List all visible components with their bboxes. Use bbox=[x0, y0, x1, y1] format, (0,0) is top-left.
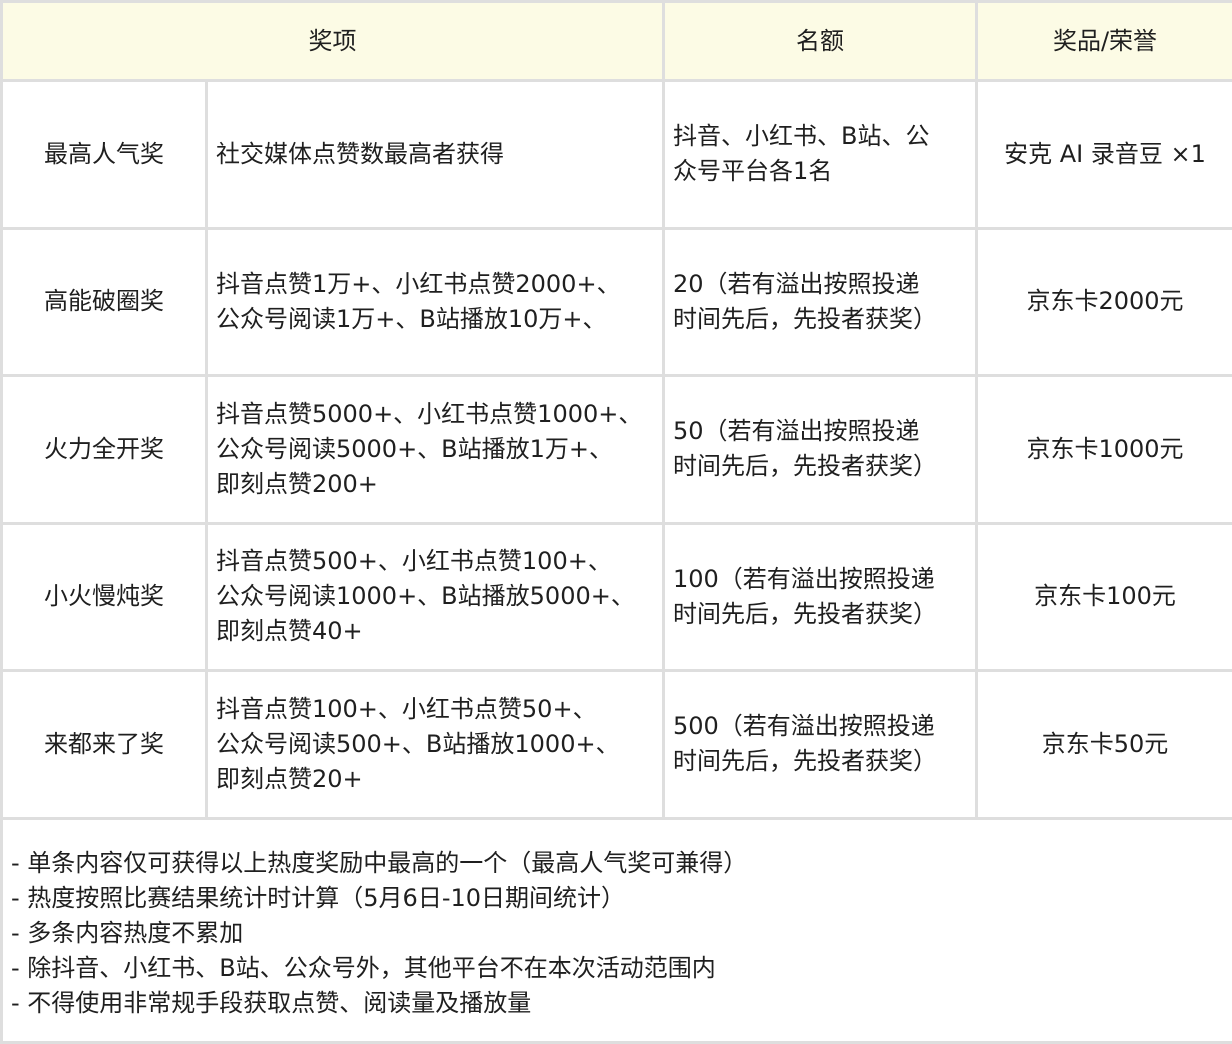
table-row: 高能破圈奖 抖音点赞1万+、小红书点赞2000+、 公众号阅读1万+、B站播放1… bbox=[0, 226, 1232, 378]
award-criteria: 抖音点赞100+、小红书点赞50+、 公众号阅读500+、B站播放1000+、 … bbox=[205, 669, 665, 820]
award-criteria: 抖音点赞5000+、小红书点赞1000+、 公众号阅读5000+、B站播放1万+… bbox=[205, 374, 665, 525]
award-prize: 京东卡1000元 bbox=[975, 374, 1232, 525]
award-quota: 20（若有溢出按照投递 时间先后，先投者获奖） bbox=[662, 226, 978, 378]
note-line: - 除抖音、小红书、B站、公众号外，其他平台不在本次活动范围内 bbox=[11, 953, 716, 982]
award-name: 来都来了奖 bbox=[0, 669, 208, 820]
award-prize: 京东卡100元 bbox=[975, 521, 1232, 673]
award-name: 小火慢炖奖 bbox=[0, 521, 208, 673]
award-name: 高能破圈奖 bbox=[0, 226, 208, 378]
header-prize: 奖品/荣誉 bbox=[975, 0, 1232, 82]
header-quota: 名额 bbox=[662, 0, 978, 82]
note-line: - 热度按照比赛结果统计时计算（5月6日-10日期间统计） bbox=[11, 883, 626, 912]
award-quota: 500（若有溢出按照投递 时间先后，先投者获奖） bbox=[662, 669, 978, 820]
header-award: 奖项 bbox=[0, 0, 665, 82]
note-line: - 单条内容仅可获得以上热度奖励中最高的一个（最高人气奖可兼得） bbox=[11, 848, 748, 877]
award-criteria: 抖音点赞1万+、小红书点赞2000+、 公众号阅读1万+、B站播放10万+、 bbox=[205, 226, 665, 378]
award-quota: 抖音、小红书、B站、公 众号平台各1名 bbox=[662, 79, 978, 230]
award-prize: 京东卡50元 bbox=[975, 669, 1232, 820]
rules-notes: - 单条内容仅可获得以上热度奖励中最高的一个（最高人气奖可兼得） - 热度按照比… bbox=[0, 816, 1232, 1044]
note-line: - 不得使用非常规手段获取点赞、阅读量及播放量 bbox=[11, 988, 532, 1017]
award-quota: 50（若有溢出按照投递 时间先后，先投者获奖） bbox=[662, 374, 978, 525]
award-quota: 100（若有溢出按照投递 时间先后，先投者获奖） bbox=[662, 521, 978, 673]
table-row: 小火慢炖奖 抖音点赞500+、小红书点赞100+、 公众号阅读1000+、B站播… bbox=[0, 521, 1232, 673]
award-criteria: 社交媒体点赞数最高者获得 bbox=[205, 79, 665, 230]
award-prize: 安克 AI 录音豆 ×1 bbox=[975, 79, 1232, 230]
note-line: - 多条内容热度不累加 bbox=[11, 918, 244, 947]
awards-table: 奖项 名额 奖品/荣誉 最高人气奖 社交媒体点赞数最高者获得 抖音、小红书、B站… bbox=[0, 0, 1232, 1044]
notes-row: - 单条内容仅可获得以上热度奖励中最高的一个（最高人气奖可兼得） - 热度按照比… bbox=[0, 816, 1232, 1044]
award-name: 最高人气奖 bbox=[0, 79, 208, 230]
table-row: 来都来了奖 抖音点赞100+、小红书点赞50+、 公众号阅读500+、B站播放1… bbox=[0, 669, 1232, 820]
table-row: 最高人气奖 社交媒体点赞数最高者获得 抖音、小红书、B站、公 众号平台各1名 安… bbox=[0, 79, 1232, 230]
header-row: 奖项 名额 奖品/荣誉 bbox=[0, 0, 1232, 82]
award-name: 火力全开奖 bbox=[0, 374, 208, 525]
award-prize: 京东卡2000元 bbox=[975, 226, 1232, 378]
table-row: 火力全开奖 抖音点赞5000+、小红书点赞1000+、 公众号阅读5000+、B… bbox=[0, 374, 1232, 525]
award-criteria: 抖音点赞500+、小红书点赞100+、 公众号阅读1000+、B站播放5000+… bbox=[205, 521, 665, 673]
